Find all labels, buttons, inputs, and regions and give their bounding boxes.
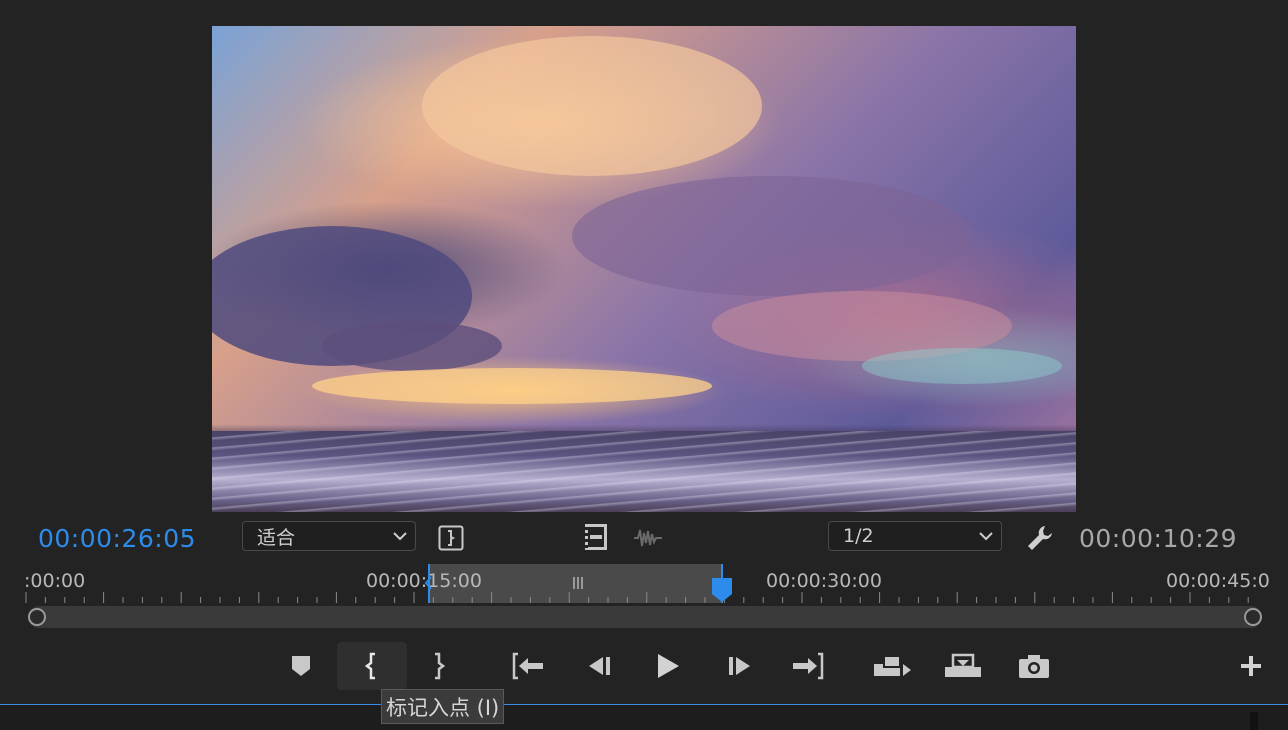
playback-resolution-value: 1/2 — [843, 525, 874, 547]
chevron-down-icon — [385, 531, 415, 541]
drag-video-only-icon[interactable] — [582, 522, 610, 552]
step-forward-button[interactable] — [717, 642, 763, 690]
time-ruler[interactable]: :00:00 00:00:15:00 00:00:30:00 00:00:45:… — [24, 564, 1270, 604]
drag-audio-only-icon[interactable] — [632, 524, 664, 552]
go-to-out-button[interactable] — [784, 642, 830, 690]
play-button[interactable] — [645, 642, 691, 690]
zoom-level-value: 适合 — [257, 526, 296, 549]
ruler-label: 00:00:45:0 — [1166, 570, 1270, 592]
chevron-down-icon — [971, 531, 1001, 541]
panel-scrollbar[interactable] — [1250, 712, 1258, 730]
in-point-chevron-icon — [424, 576, 432, 590]
in-out-duration: 00:00:10:29 — [1079, 524, 1238, 553]
mark-out-button[interactable] — [415, 642, 461, 690]
playback-resolution-select[interactable]: 1/2 — [828, 521, 1002, 551]
ruler-ticks — [25, 592, 1249, 603]
insert-button[interactable] — [870, 642, 916, 690]
wrench-icon[interactable] — [1024, 522, 1056, 554]
range-grip-icon — [573, 577, 583, 589]
zoom-handle-right[interactable] — [1244, 608, 1262, 626]
go-to-in-button[interactable] — [506, 642, 552, 690]
step-back-button[interactable] — [576, 642, 622, 690]
camera-icon[interactable] — [1011, 642, 1057, 690]
marker-bracket-icon[interactable] — [437, 524, 465, 552]
timeline-zoom-scrollbar[interactable] — [28, 606, 1262, 628]
add-marker-button[interactable] — [278, 642, 324, 690]
playhead-timecode[interactable]: 00:00:26:05 — [38, 524, 196, 553]
ruler-label: :00:00 — [24, 570, 86, 592]
ruler-label: 00:00:30:00 — [766, 570, 882, 592]
zoom-handle-left[interactable] — [28, 608, 46, 626]
playhead-icon[interactable] — [710, 576, 734, 604]
mark-in-button[interactable] — [337, 642, 407, 690]
zoom-level-select[interactable]: 适合 — [242, 521, 416, 551]
lower-panel — [0, 705, 1288, 730]
plus-icon[interactable] — [1228, 642, 1274, 690]
mark-in-tooltip: 标记入点 (I) — [381, 689, 505, 724]
sea-waves — [212, 431, 1076, 512]
overwrite-button[interactable] — [940, 642, 986, 690]
program-monitor-video — [212, 26, 1076, 512]
